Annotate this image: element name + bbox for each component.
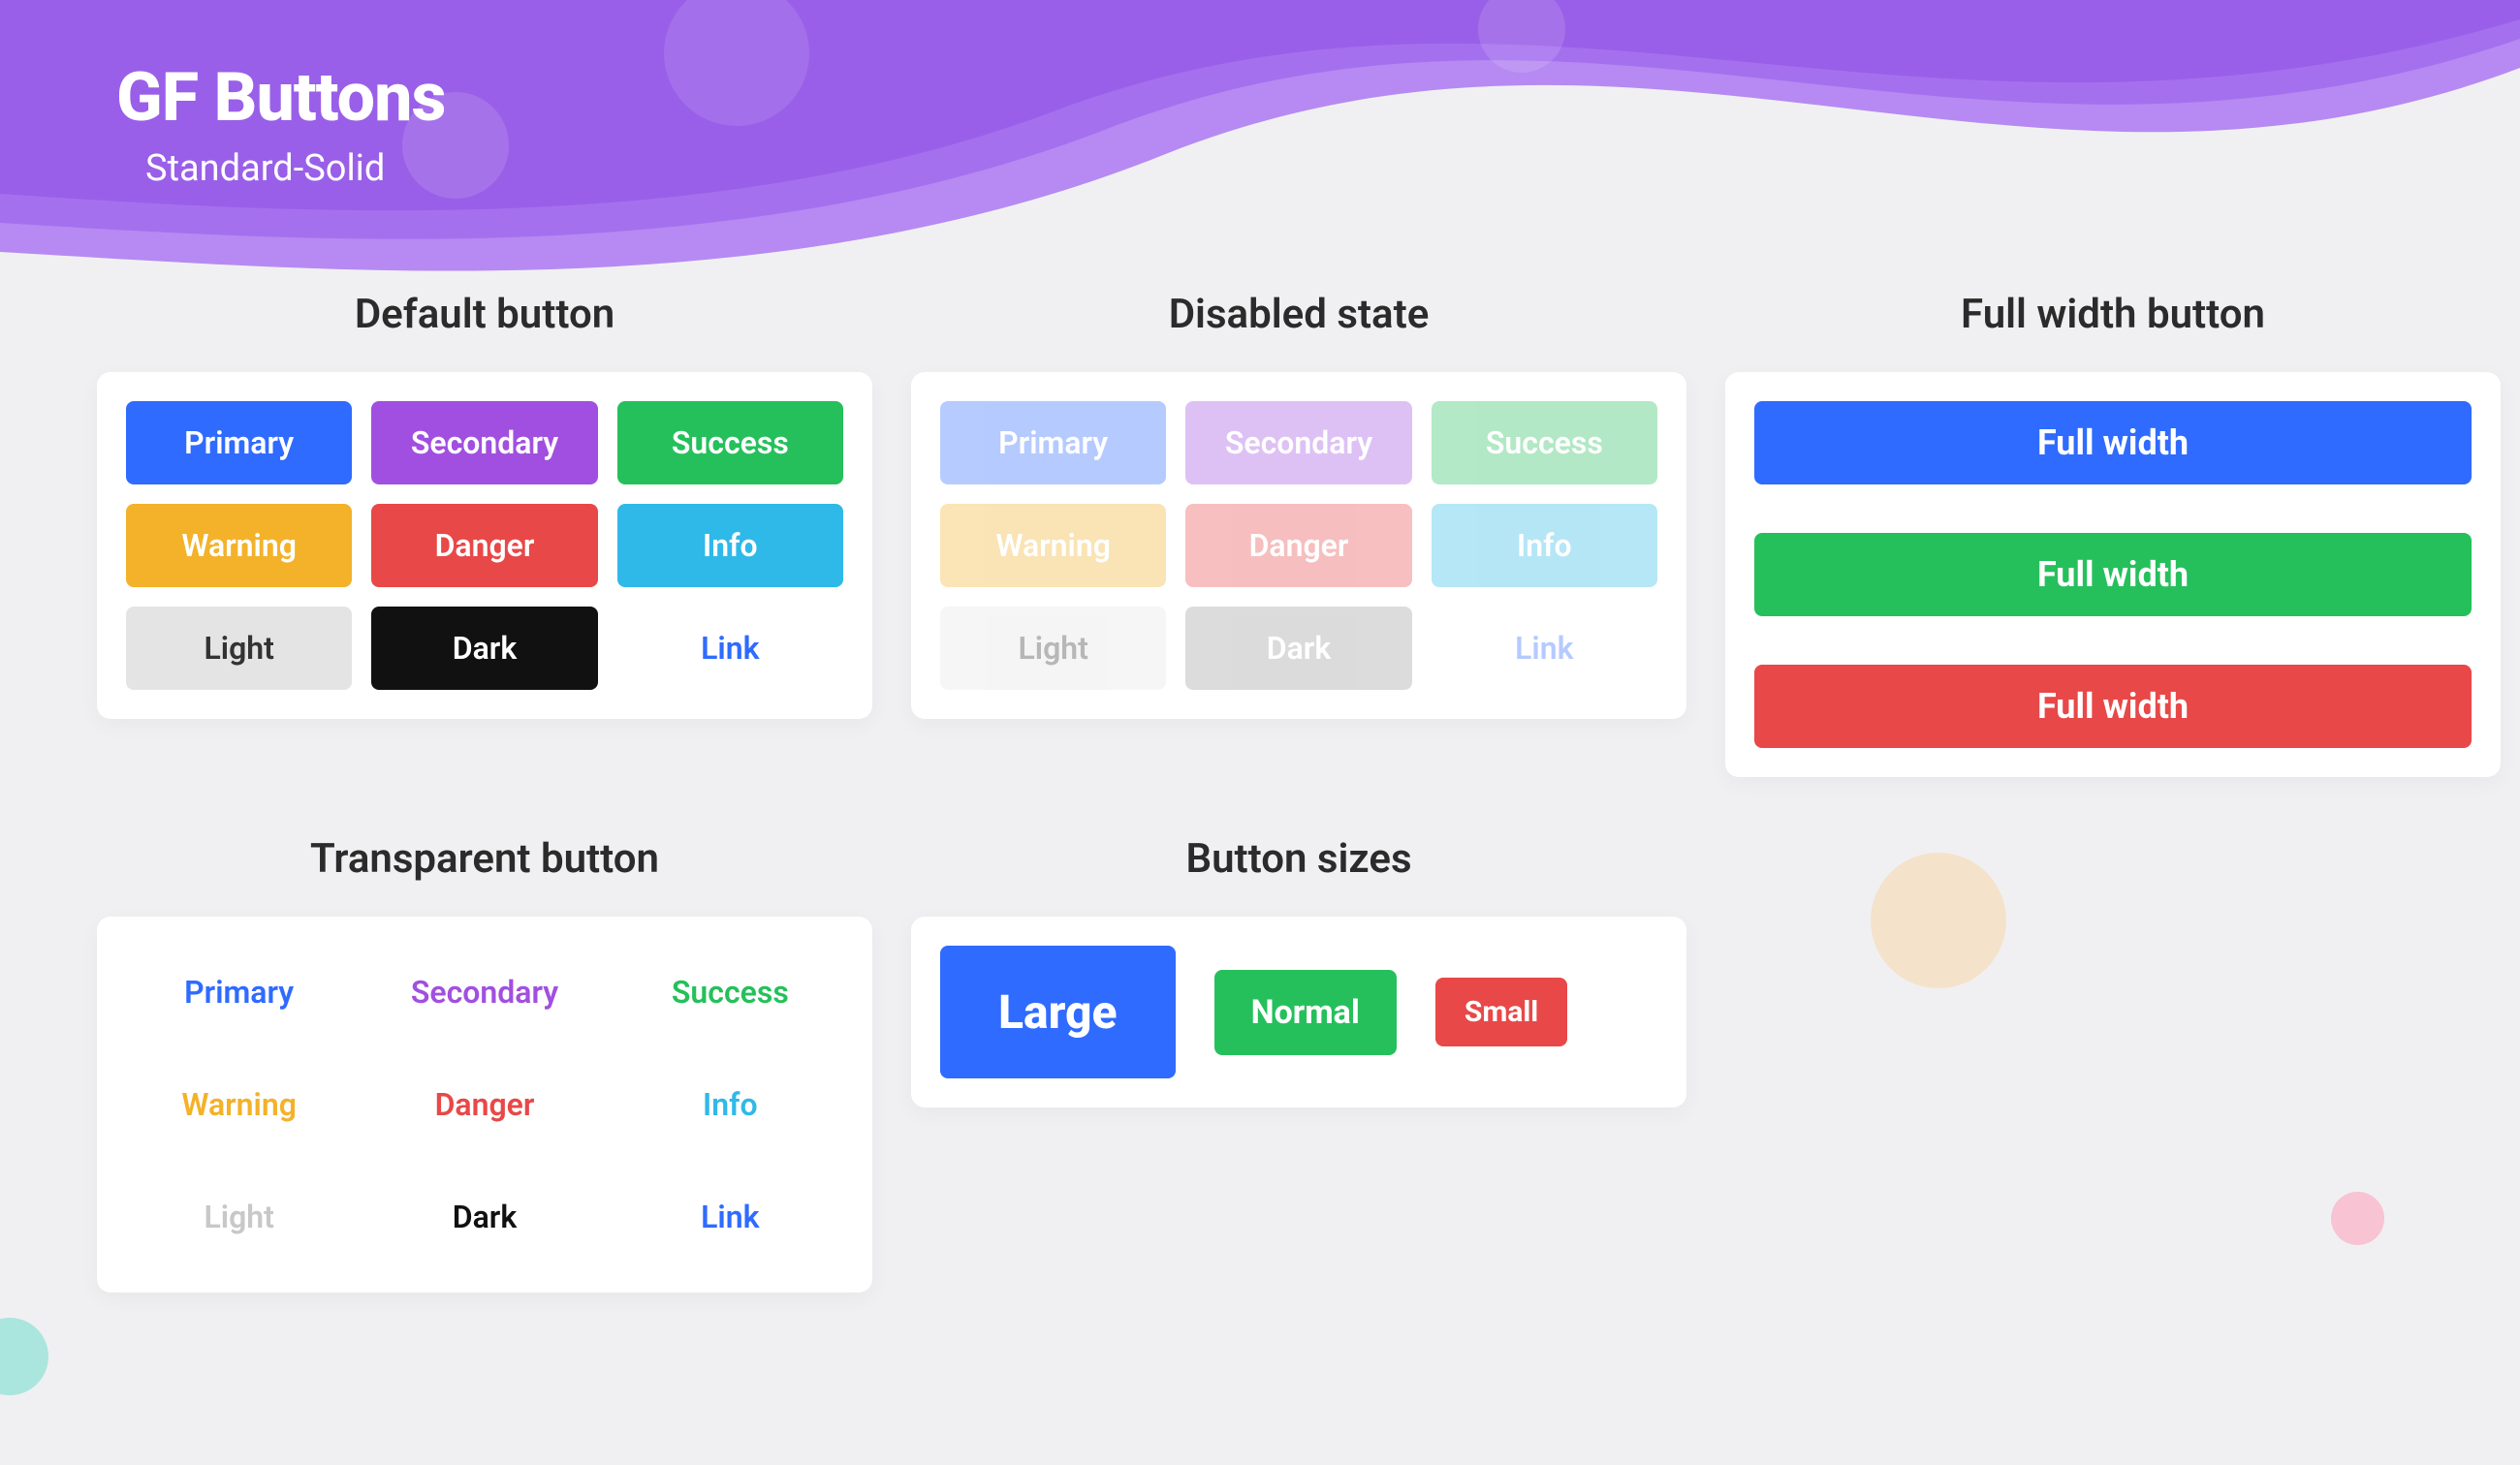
btn-disabled-link: Link xyxy=(1432,607,1657,690)
btn-transparent-light[interactable]: Light xyxy=(126,1170,352,1263)
btn-default-warning[interactable]: Warning xyxy=(126,504,352,587)
btn-disabled-secondary: Secondary xyxy=(1185,401,1411,484)
btn-full-danger[interactable]: Full width xyxy=(1754,665,2472,748)
btn-size-large[interactable]: Large xyxy=(940,946,1176,1078)
btn-transparent-success[interactable]: Success xyxy=(617,946,843,1039)
btn-default-light[interactable]: Light xyxy=(126,607,352,690)
section-full-width: Full width button Full width Full width … xyxy=(1725,291,2501,777)
page-title: GF Buttons xyxy=(116,58,445,138)
section-disabled: Disabled state Primary Secondary Success… xyxy=(911,291,1686,719)
btn-disabled-primary: Primary xyxy=(940,401,1166,484)
btn-disabled-warning: Warning xyxy=(940,504,1166,587)
btn-default-secondary[interactable]: Secondary xyxy=(371,401,597,484)
btn-transparent-warning[interactable]: Warning xyxy=(126,1058,352,1151)
page-subtitle: Standard-Solid xyxy=(145,147,445,190)
btn-default-info[interactable]: Info xyxy=(617,504,843,587)
section-title-disabled: Disabled state xyxy=(911,291,1686,338)
section-transparent: Transparent button Primary Secondary Suc… xyxy=(97,835,872,1293)
btn-disabled-dark: Dark xyxy=(1185,607,1411,690)
btn-size-normal[interactable]: Normal xyxy=(1214,970,1397,1055)
btn-default-dark[interactable]: Dark xyxy=(371,607,597,690)
btn-default-success[interactable]: Success xyxy=(617,401,843,484)
btn-transparent-dark[interactable]: Dark xyxy=(371,1170,597,1263)
btn-transparent-info[interactable]: Info xyxy=(617,1058,843,1151)
btn-disabled-danger: Danger xyxy=(1185,504,1411,587)
section-sizes: Button sizes Large Normal Small xyxy=(911,835,1686,1107)
btn-default-link[interactable]: Link xyxy=(617,607,843,690)
decorative-blob-teal xyxy=(0,1318,48,1395)
btn-default-primary[interactable]: Primary xyxy=(126,401,352,484)
section-title-default: Default button xyxy=(97,291,872,338)
section-title-full-width: Full width button xyxy=(1725,291,2501,338)
btn-full-success[interactable]: Full width xyxy=(1754,533,2472,616)
btn-default-danger[interactable]: Danger xyxy=(371,504,597,587)
btn-disabled-info: Info xyxy=(1432,504,1657,587)
btn-full-primary[interactable]: Full width xyxy=(1754,401,2472,484)
btn-transparent-link[interactable]: Link xyxy=(617,1170,843,1263)
btn-disabled-light: Light xyxy=(940,607,1166,690)
section-default: Default button Primary Secondary Success… xyxy=(97,291,872,719)
btn-size-small[interactable]: Small xyxy=(1435,978,1567,1046)
btn-transparent-danger[interactable]: Danger xyxy=(371,1058,597,1151)
btn-transparent-secondary[interactable]: Secondary xyxy=(371,946,597,1039)
btn-disabled-success: Success xyxy=(1432,401,1657,484)
section-title-transparent: Transparent button xyxy=(97,835,872,883)
section-title-sizes: Button sizes xyxy=(911,835,1686,883)
btn-transparent-primary[interactable]: Primary xyxy=(126,946,352,1039)
